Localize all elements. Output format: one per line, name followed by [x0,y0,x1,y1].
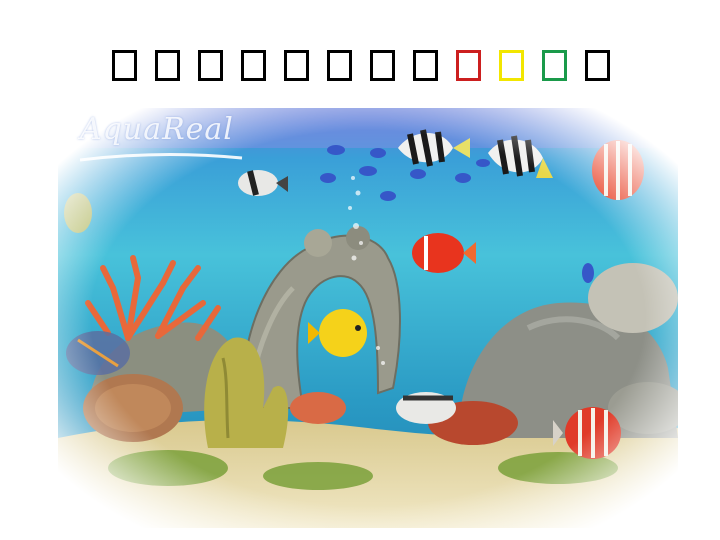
photo-vignette [58,108,678,528]
title-glyph-2: □ [155,50,180,81]
title-glyph-10-yellow: □ [499,50,524,81]
title-glyph-11-green: □ [542,50,567,81]
title-glyph-4: □ [241,50,266,81]
title-glyph-7: □ [370,50,395,81]
title-glyph-5: □ [284,50,309,81]
title-glyph-row: □ □ □ □ □ □ □ □ □ □ □ □ [0,42,720,92]
aquareal-watermark: AquaReal [80,112,234,147]
title-glyph-3: □ [198,50,223,81]
title-glyph-9-red: □ [456,50,481,81]
watermark-swoosh [79,152,243,162]
title-glyph-12: □ [585,50,610,81]
title-glyph-1: □ [112,50,137,81]
title-glyph-6: □ [327,50,352,81]
aquarium-photo [58,108,678,528]
title-glyph-8: □ [413,50,438,81]
